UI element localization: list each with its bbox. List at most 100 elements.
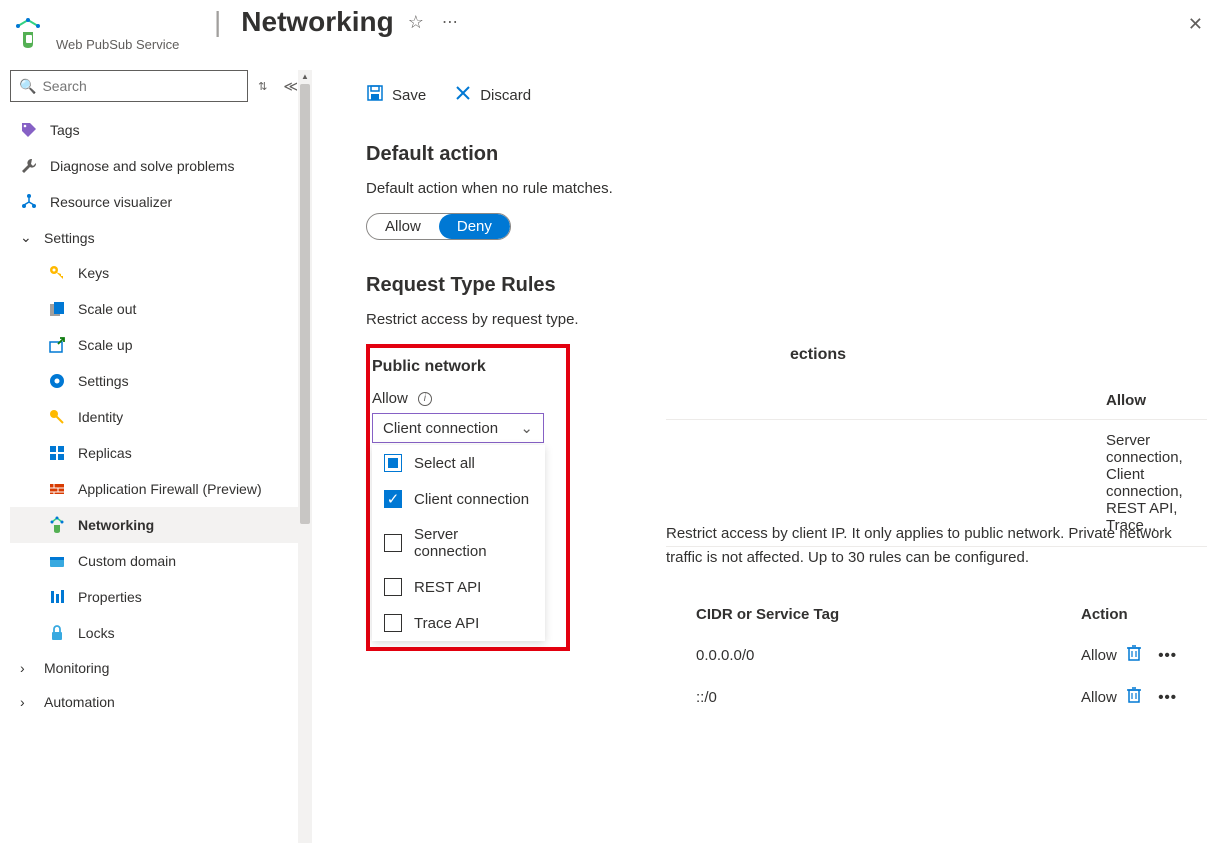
- chevron-down-icon: ⌄: [520, 419, 533, 437]
- checkbox-unchecked-icon: [384, 614, 402, 632]
- dropdown-option-trace-api[interactable]: Trace API: [372, 605, 545, 641]
- sidebar-item-label: Settings: [44, 230, 95, 246]
- sidebar-item-label: Custom domain: [78, 553, 176, 569]
- sidebar-item-identity[interactable]: Identity: [10, 399, 304, 435]
- public-network-heading: Public network: [370, 358, 552, 376]
- table-header-row: CIDR or Service Tag Action: [666, 596, 1207, 634]
- sidebar-item-scale-out[interactable]: Scale out: [10, 291, 304, 327]
- sidebar-item-label: Monitoring: [44, 660, 109, 676]
- save-label: Save: [392, 87, 426, 104]
- sidebar-item-scale-up[interactable]: Scale up: [10, 327, 304, 363]
- favorite-star-icon[interactable]: ☆: [408, 12, 424, 33]
- key-icon: [48, 264, 66, 282]
- gear-icon: [48, 372, 66, 390]
- page-header: Web PubSub Service | Networking ☆ ⋯ ✕: [0, 0, 1217, 60]
- col-action: Action: [1081, 606, 1177, 623]
- allow-dropdown[interactable]: Client connection ⌄: [372, 413, 544, 443]
- more-menu-icon[interactable]: ⋯: [442, 12, 459, 32]
- sidebar-item-tags[interactable]: Tags: [10, 112, 304, 148]
- dropdown-option-client-connection[interactable]: ✓Client connection: [372, 481, 545, 517]
- table-header-row: Allow: [666, 382, 1207, 420]
- properties-icon: [48, 588, 66, 606]
- sidebar-group-automation[interactable]: ›Automation: [10, 685, 304, 719]
- discard-label: Discard: [480, 87, 531, 104]
- checkbox-checked-icon: ✓: [384, 490, 402, 508]
- sidebar-item-app-firewall[interactable]: Application Firewall (Preview): [10, 471, 304, 507]
- chevron-right-icon: ›: [20, 660, 32, 676]
- toggle-deny[interactable]: Deny: [439, 214, 510, 239]
- sidebar-item-label: Resource visualizer: [50, 194, 172, 210]
- toolbar: Save Discard: [366, 84, 1207, 107]
- sidebar-item-networking[interactable]: Networking: [10, 507, 304, 543]
- expand-collapse-icon[interactable]: ⇅: [258, 80, 267, 93]
- request-type-rules-desc: Restrict access by request type.: [366, 311, 1207, 328]
- col-allow: Allow: [1106, 392, 1207, 409]
- sidebar-item-label: Replicas: [78, 445, 132, 461]
- sidebar-item-diagnose[interactable]: Diagnose and solve problems: [10, 148, 304, 184]
- sidebar-item-label: Scale up: [78, 337, 132, 353]
- ip-rules-table: CIDR or Service Tag Action 0.0.0.0/0 All…: [666, 596, 1207, 718]
- more-actions-icon[interactable]: •••: [1158, 689, 1177, 706]
- delete-icon[interactable]: [1126, 644, 1142, 666]
- sidebar-item-resource-visualizer[interactable]: Resource visualizer: [10, 184, 304, 220]
- header-subtitle: Web PubSub Service: [56, 37, 179, 52]
- sidebar-item-label: Application Firewall (Preview): [78, 481, 262, 497]
- sidebar-item-locks[interactable]: Locks: [10, 615, 304, 651]
- sidebar-item-label: Automation: [44, 694, 115, 710]
- partial-heading-fragment: ections: [790, 346, 846, 364]
- table-row[interactable]: ::/0 Allow •••: [666, 676, 1207, 718]
- cell-action: Allow: [1081, 647, 1126, 664]
- info-icon[interactable]: i: [418, 392, 432, 406]
- networking-icon: [48, 516, 66, 534]
- allow-label: Allow i: [372, 390, 552, 407]
- allow-dropdown-menu: Select all ✓Client connection Server con…: [372, 445, 545, 641]
- table-row[interactable]: 0.0.0.0/0 Allow •••: [666, 634, 1207, 676]
- checkbox-unchecked-icon: [384, 534, 402, 552]
- sidebar-item-settings[interactable]: Settings: [10, 363, 304, 399]
- checkbox-partial-icon: [384, 454, 402, 472]
- sidebar-group-settings[interactable]: ⌄Settings: [10, 220, 304, 255]
- sidebar-item-replicas[interactable]: Replicas: [10, 435, 304, 471]
- sidebar-item-label: Settings: [78, 373, 129, 389]
- tag-icon: [20, 121, 38, 139]
- identity-icon: [48, 408, 66, 426]
- dropdown-option-server-connection[interactable]: Server connection: [372, 517, 545, 569]
- sidebar-item-label: Properties: [78, 589, 142, 605]
- sidebar-group-monitoring[interactable]: › Monitoring: [10, 651, 304, 685]
- cell-cidr: 0.0.0.0/0: [696, 647, 1081, 664]
- sidebar-item-custom-domain[interactable]: Custom domain: [10, 543, 304, 579]
- search-icon: 🔍: [19, 78, 36, 95]
- ip-rules-desc: Restrict access by client IP. It only ap…: [666, 522, 1207, 570]
- cell-allow-value: Server connection, Client connection, RE…: [1106, 432, 1207, 534]
- more-actions-icon[interactable]: •••: [1158, 647, 1177, 664]
- sidebar-item-label: Locks: [78, 625, 115, 641]
- close-icon[interactable]: ✕: [1188, 14, 1203, 35]
- discard-button[interactable]: Discard: [454, 84, 531, 107]
- sidebar-item-label: Tags: [50, 122, 80, 138]
- toggle-allow[interactable]: Allow: [367, 214, 439, 239]
- default-action-toggle[interactable]: Allow Deny: [366, 213, 511, 240]
- sidebar-item-keys[interactable]: Keys: [10, 255, 304, 291]
- dropdown-option-select-all[interactable]: Select all: [372, 445, 545, 481]
- sidebar-item-properties[interactable]: Properties: [10, 579, 304, 615]
- header-text-block: Web PubSub Service: [56, 17, 179, 52]
- scrollbar-thumb[interactable]: [300, 84, 310, 524]
- checkbox-unchecked-icon: [384, 578, 402, 596]
- domain-icon: [48, 552, 66, 570]
- dropdown-option-rest-api[interactable]: REST API: [372, 569, 545, 605]
- col-cidr: CIDR or Service Tag: [696, 606, 1081, 623]
- request-type-rules-heading: Request Type Rules: [366, 274, 1207, 297]
- scroll-up-arrow-icon[interactable]: ▲: [298, 72, 312, 81]
- firewall-icon: [48, 480, 66, 498]
- save-button[interactable]: Save: [366, 84, 426, 107]
- delete-icon[interactable]: [1126, 686, 1142, 708]
- sidebar-scrollbar[interactable]: ▲: [298, 70, 312, 843]
- cell-action: Allow: [1081, 689, 1126, 706]
- wrench-icon: [20, 157, 38, 175]
- scale-up-icon: [48, 336, 66, 354]
- visualizer-icon: [20, 193, 38, 211]
- public-network-highlight: Public network Allow i Client connection…: [366, 344, 570, 651]
- nav-list: Tags Diagnose and solve problems Resourc…: [10, 112, 312, 719]
- search-input-wrapper[interactable]: 🔍: [10, 70, 248, 102]
- search-input[interactable]: [42, 78, 239, 94]
